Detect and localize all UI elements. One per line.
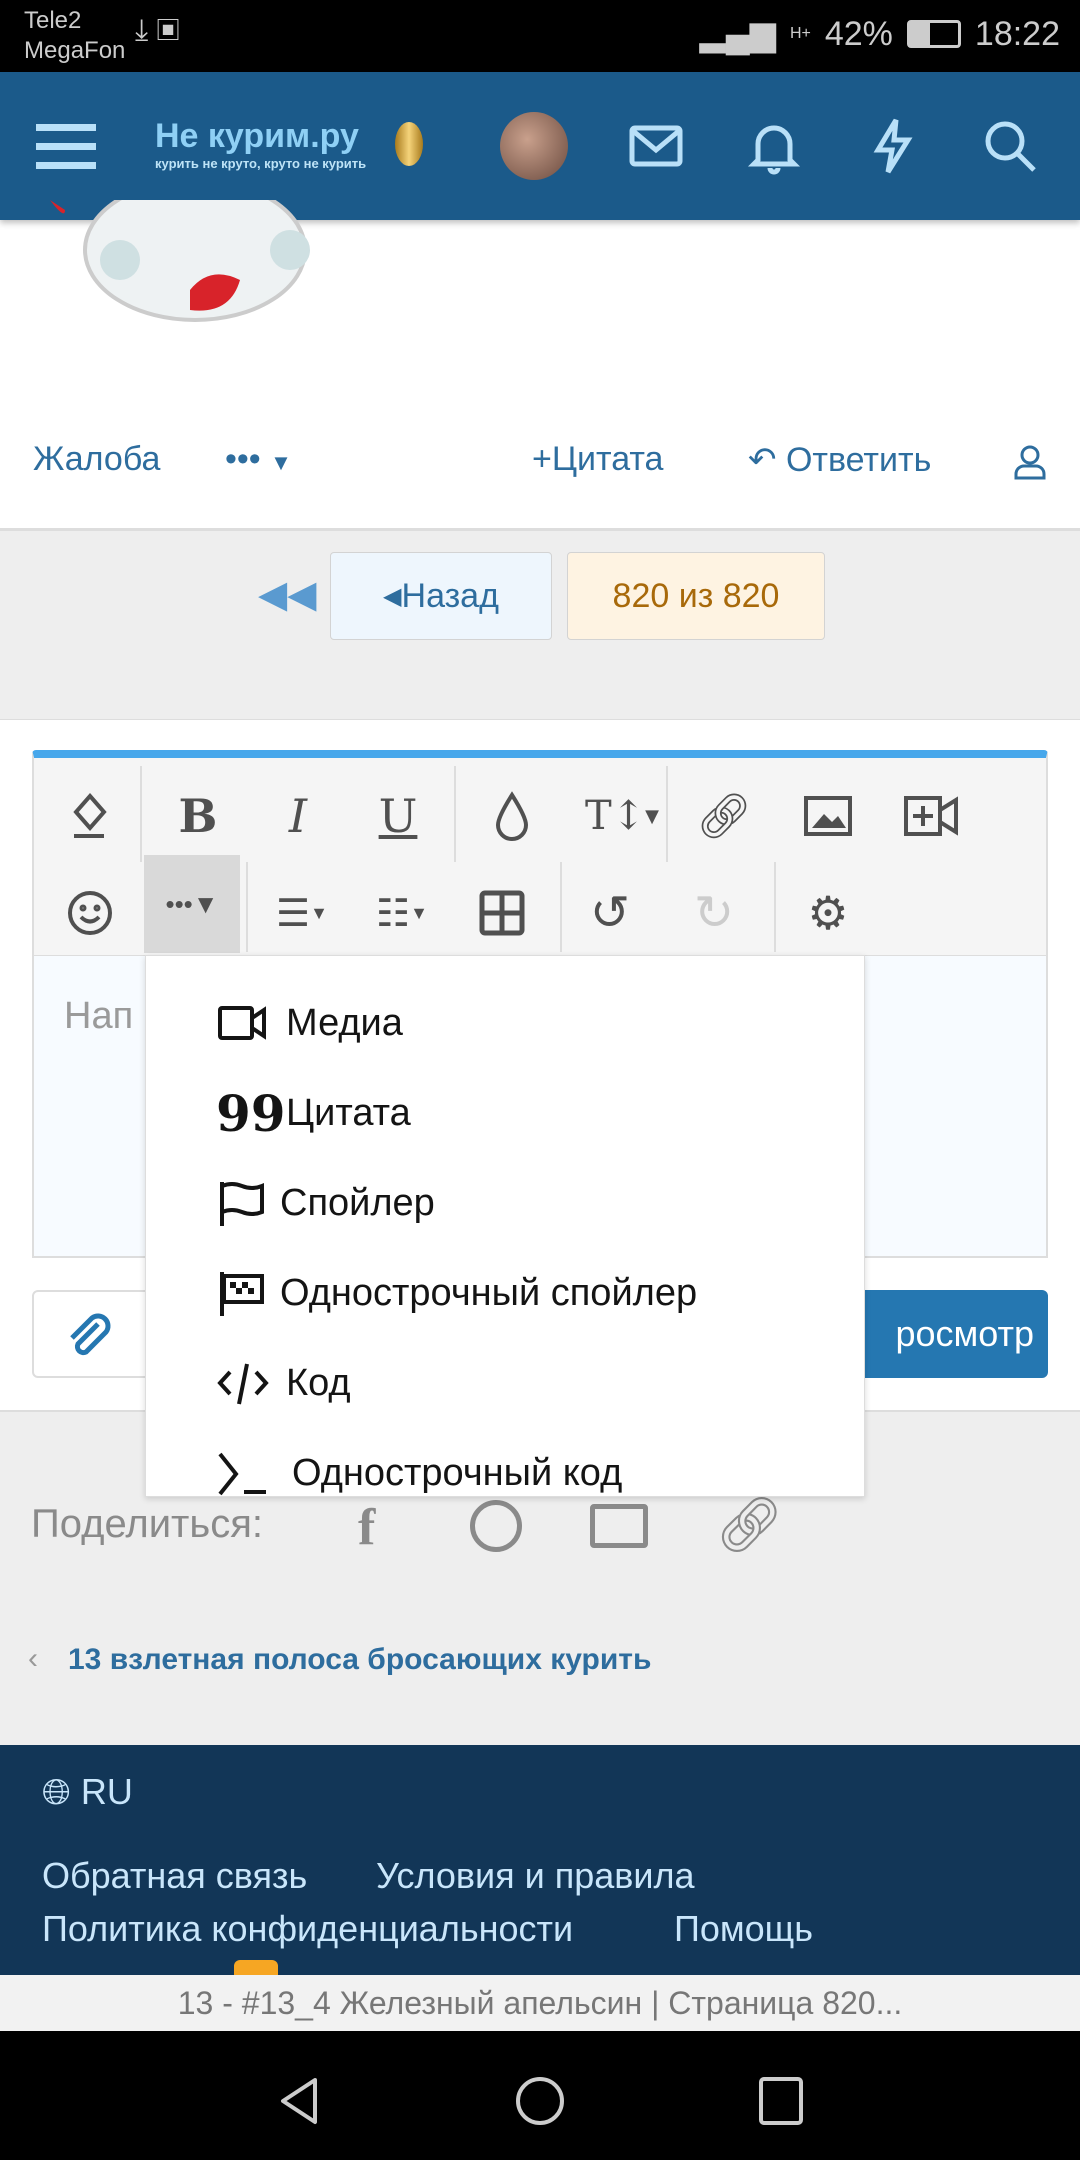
image-icon[interactable] bbox=[798, 786, 858, 846]
footer: 🌐︎ RU Обратная связь Условия и правила П… bbox=[0, 1745, 1080, 1990]
video-icon bbox=[218, 1006, 266, 1040]
search-icon[interactable] bbox=[978, 114, 1042, 178]
carrier-1: Tele2 bbox=[24, 7, 82, 34]
facebook-icon[interactable]: f bbox=[358, 1498, 375, 1557]
reply-icon: ↶ bbox=[748, 441, 777, 479]
terminal-icon bbox=[218, 1452, 266, 1496]
font-size-icon[interactable]: T↕ ▼ bbox=[582, 786, 662, 846]
color-drop-icon[interactable] bbox=[482, 786, 542, 846]
first-page-icon[interactable]: ◀◀ bbox=[258, 572, 316, 617]
signal-icon: ▂▄▆ bbox=[699, 15, 776, 53]
settings-gear-icon[interactable]: ⚙ bbox=[798, 883, 858, 943]
email-share-icon[interactable] bbox=[590, 1504, 648, 1548]
share-label: Поделиться: bbox=[31, 1502, 263, 1546]
eraser-icon[interactable] bbox=[60, 786, 120, 846]
footer-link[interactable]: Обратная связь bbox=[42, 1855, 307, 1897]
menu-item-media[interactable]: Медиа bbox=[216, 993, 403, 1053]
recents-nav-icon[interactable] bbox=[756, 2076, 806, 2126]
current-page[interactable]: 820 из 820 bbox=[567, 552, 825, 640]
battery-percent: 42% bbox=[824, 14, 893, 53]
mail-icon[interactable] bbox=[624, 114, 688, 178]
back-nav-icon[interactable] bbox=[275, 2076, 325, 2126]
plus-icon: + bbox=[532, 440, 552, 478]
footer-link[interactable]: Политика конфиденциальности bbox=[42, 1908, 573, 1950]
site-logo[interactable]: Не курим.ру курить не круто, круто не кур… bbox=[155, 117, 366, 171]
language-selector[interactable]: 🌐︎ RU bbox=[42, 1771, 133, 1814]
menu-item-inline-code[interactable]: Однострочный код bbox=[216, 1443, 622, 1503]
footer-link[interactable]: Помощь bbox=[674, 1908, 813, 1950]
more-options-dropdown: Медиа 99 Цитата Спойлер Однострочный спой… bbox=[145, 955, 865, 1497]
golden-egg-icon bbox=[395, 122, 423, 166]
status-bar: Tele2 MegaFon ⤓ ▣ ▂▄▆ H+ 42% 18:22 bbox=[0, 0, 1080, 72]
chevron-down-icon: ▼ bbox=[270, 450, 292, 475]
carrier-2: MegaFon bbox=[24, 37, 126, 64]
menu-icon[interactable] bbox=[34, 114, 98, 178]
avatar[interactable] bbox=[500, 112, 568, 180]
android-nav-bar bbox=[0, 2031, 1080, 2160]
site-header: Не курим.ру курить не круто, круто не кур… bbox=[0, 72, 1080, 220]
whatsapp-icon[interactable] bbox=[470, 1500, 522, 1552]
previous-thread-link[interactable]: 13 взлетная полоса бросающих курить bbox=[68, 1643, 651, 1677]
code-icon bbox=[217, 1363, 269, 1405]
message-placeholder: Нап bbox=[64, 995, 134, 1037]
user-icon[interactable] bbox=[1013, 444, 1047, 489]
link-share-icon[interactable]: 🔗︎ bbox=[715, 1494, 784, 1557]
checkered-flag-icon bbox=[220, 1272, 264, 1316]
network-type: H+ bbox=[789, 25, 811, 42]
menu-item-inline-spoiler[interactable]: Однострочный спойлер bbox=[216, 1263, 697, 1323]
battery-icon bbox=[906, 20, 961, 48]
globe-icon: 🌐︎ bbox=[42, 1771, 71, 1812]
bold-icon[interactable]: B bbox=[168, 786, 228, 846]
back-button[interactable]: ◀ Назад bbox=[330, 552, 552, 640]
bell-icon[interactable] bbox=[742, 114, 806, 178]
browser-page-title: 13 - #13_4 Железный апельсин | Страница … bbox=[0, 1975, 1080, 2031]
menu-item-code[interactable]: Код bbox=[216, 1353, 351, 1413]
align-icon[interactable]: ☰ ▼ bbox=[262, 883, 342, 943]
attach-files-button[interactable] bbox=[32, 1290, 152, 1378]
video-add-icon[interactable] bbox=[902, 786, 962, 846]
more-options-button[interactable]: •••▼ bbox=[144, 855, 240, 953]
quote-icon: 99 bbox=[216, 1083, 286, 1143]
home-nav-icon[interactable] bbox=[515, 2076, 565, 2126]
clock: 18:22 bbox=[974, 14, 1060, 53]
sticker-image bbox=[50, 200, 310, 322]
smiley-icon[interactable] bbox=[60, 883, 120, 943]
italic-icon[interactable]: I bbox=[268, 786, 328, 846]
table-icon[interactable] bbox=[472, 883, 532, 943]
list-icon[interactable]: ☷ ▼ bbox=[362, 883, 442, 943]
caret-left-icon: ◀ bbox=[383, 582, 402, 610]
link-icon[interactable]: 🔗︎ bbox=[694, 786, 754, 846]
quote-button[interactable]: +Цитата bbox=[532, 440, 663, 479]
menu-item-spoiler[interactable]: Спойлер bbox=[216, 1173, 435, 1233]
flag-icon bbox=[220, 1182, 264, 1226]
reply-button[interactable]: ↶ Ответить bbox=[748, 440, 931, 480]
chevron-left-icon: ‹ bbox=[28, 1642, 38, 1675]
download-icon: ⤓ ▣ bbox=[135, 14, 180, 47]
menu-item-quote[interactable]: 99 Цитата bbox=[216, 1083, 411, 1143]
redo-icon: ↻ bbox=[693, 887, 735, 940]
lightning-icon[interactable] bbox=[860, 114, 924, 178]
footer-link[interactable]: Условия и правила bbox=[376, 1855, 695, 1897]
undo-icon[interactable]: ↺ bbox=[580, 883, 640, 943]
underline-icon[interactable]: U bbox=[368, 786, 428, 846]
report-link[interactable]: Жалоба bbox=[33, 440, 160, 479]
more-menu-button[interactable]: ••• ▼ bbox=[225, 440, 292, 479]
